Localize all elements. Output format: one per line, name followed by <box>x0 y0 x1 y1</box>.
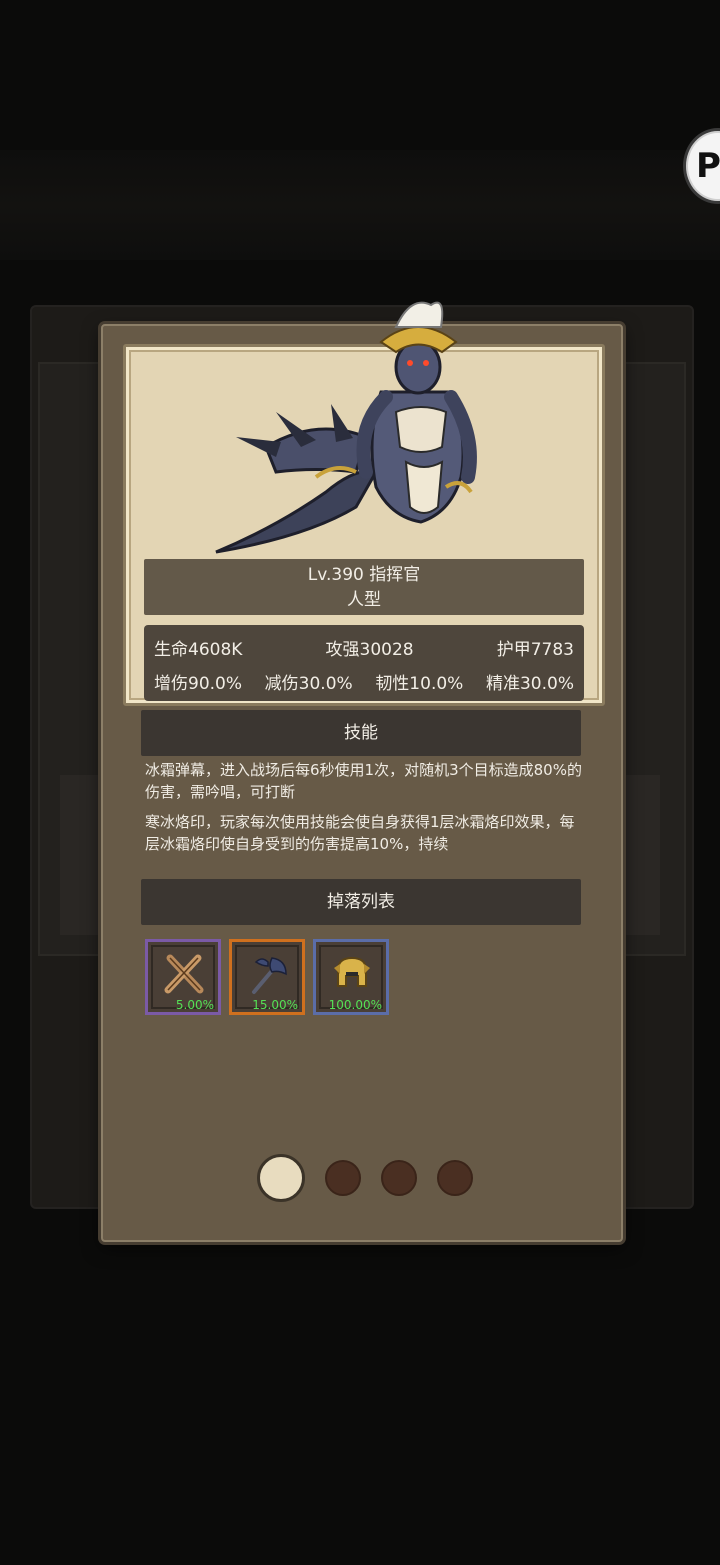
axe-icon <box>252 957 287 994</box>
background-title-area <box>0 150 720 260</box>
stat-attack: 攻强30028 <box>325 640 414 660</box>
drop-item[interactable]: 100.00% <box>313 939 389 1015</box>
drop-list: 5.00% 15.00% 100.00% <box>145 939 389 1015</box>
drop-rate: 5.00% <box>175 998 214 1012</box>
stat-tenacity: 韧性10.0% <box>375 674 464 694</box>
stat-armor: 护甲7783 <box>496 640 574 660</box>
monster-name-band: Lv.390 指挥官 人型 <box>144 559 584 615</box>
monster-level-title: Lv.390 指挥官 <box>307 565 421 585</box>
portrait-frame: Lv.390 指挥官 人型 生命4608K 攻强30028 护甲7783 增伤9… <box>123 301 605 706</box>
monster-portrait <box>215 301 477 554</box>
drop-rate: 100.00% <box>328 998 382 1012</box>
monster-info-card: Lv.390 指挥官 人型 生命4608K 攻强30028 护甲7783 增伤9… <box>101 301 623 1242</box>
drop-rate: 15.00% <box>252 998 298 1012</box>
stat-hp: 生命4608K <box>154 640 243 660</box>
skills-list[interactable]: 冰霜弹幕，进入战场后每6秒使用1次，对随机3个目标造成80%的伤害，需吟唱，可打… <box>145 759 585 861</box>
drop-item[interactable]: 5.00% <box>145 939 221 1015</box>
crossed-sticks-icon <box>164 954 204 994</box>
page-dot-active[interactable] <box>257 1154 305 1202</box>
skills-header: 技能 <box>141 710 581 756</box>
helmet-icon <box>334 956 370 987</box>
stat-accuracy: 精准30.0% <box>485 674 574 694</box>
drop-item[interactable]: 15.00% <box>229 939 305 1015</box>
page-dot[interactable] <box>381 1160 417 1196</box>
skill-description: 冰霜弹幕，进入战场后每6秒使用1次，对随机3个目标造成80%的伤害，需吟唱，可打… <box>145 761 582 801</box>
page-indicator <box>257 1154 473 1202</box>
drops-header: 掉落列表 <box>141 879 581 925</box>
monster-stats: 生命4608K 攻强30028 护甲7783 增伤90.0% 减伤30.0% 韧… <box>144 625 584 701</box>
page-dot[interactable] <box>437 1160 473 1196</box>
stat-damage-bonus: 增伤90.0% <box>154 674 243 694</box>
monster-type: 人型 <box>347 590 381 610</box>
page-dot[interactable] <box>325 1160 361 1196</box>
skill-description: 寒冰烙印，玩家每次使用技能会使自身获得1层冰霜烙印效果，每层冰霜烙印使自身受到的… <box>145 813 575 853</box>
stat-damage-reduction: 减伤30.0% <box>264 674 353 694</box>
